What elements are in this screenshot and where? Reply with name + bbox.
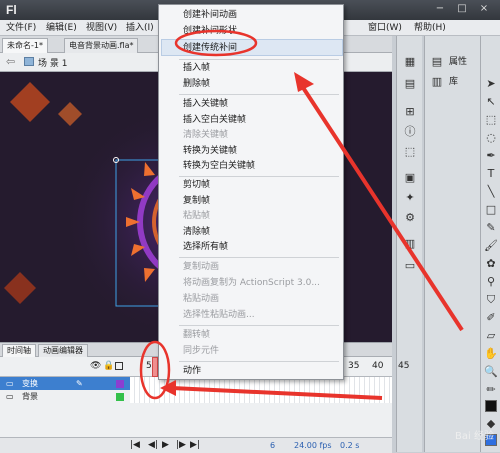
annotation-arrow	[171, 386, 383, 400]
annotation-overlay	[139, 29, 464, 400]
annotation-arrowhead	[294, 72, 314, 92]
annotation-circle	[174, 29, 258, 57]
watermark: Bai 经验	[455, 431, 494, 442]
annotation-arrow	[300, 84, 464, 332]
